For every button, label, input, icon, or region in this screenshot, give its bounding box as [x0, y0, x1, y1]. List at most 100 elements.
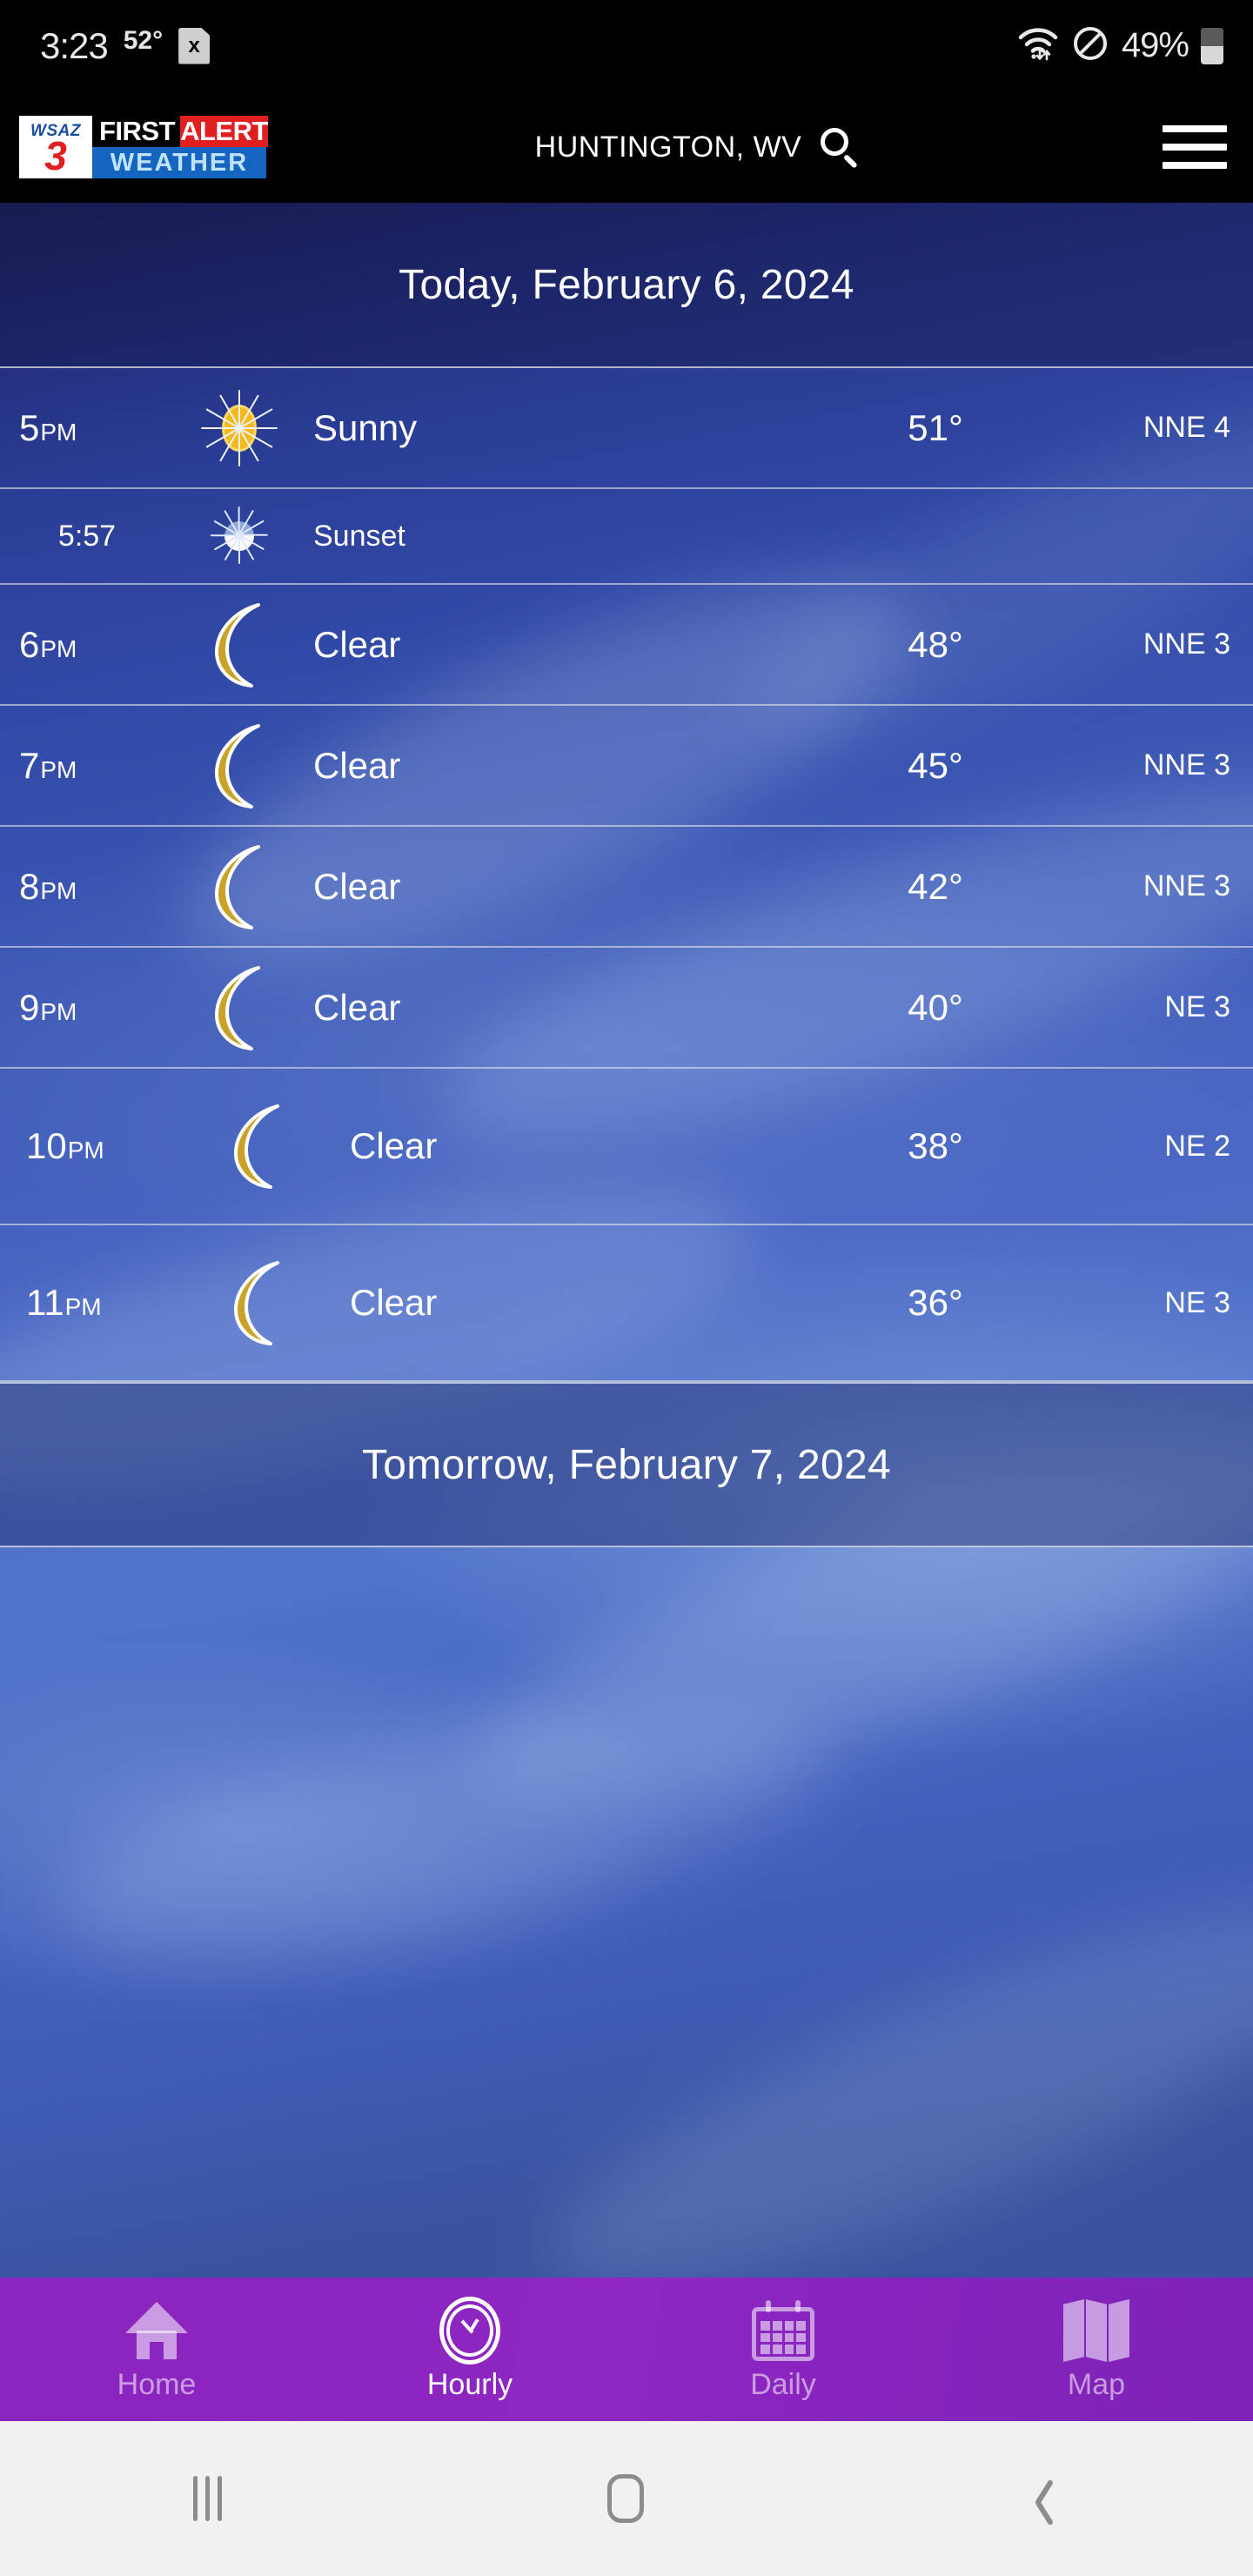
wind-value: NE 3	[1164, 1285, 1230, 1319]
section-header-tomorrow: Tomorrow, February 7, 2024	[0, 1382, 1253, 1547]
android-navigation-bar	[0, 2421, 1253, 2576]
condition-icon-cell	[174, 387, 305, 469]
moon-icon	[198, 963, 281, 1053]
hourly-row[interactable]: 8 PM Clear 42° NNE 3	[0, 827, 1253, 948]
recents-icon[interactable]	[192, 2476, 222, 2521]
forecast-rows: Today, February 6, 2024 5 PM Sunny 51° N…	[0, 203, 1253, 1547]
sunset-row: 5:57 Sunset	[0, 489, 1253, 585]
condition-label: Clear	[313, 744, 401, 786]
map-icon	[1063, 2297, 1129, 2365]
moon-icon	[198, 842, 281, 932]
temperature-value: 48°	[908, 623, 963, 665]
hour-time: 5 PM	[0, 407, 174, 449]
wind-value: NNE 4	[1142, 411, 1230, 444]
hourly-row[interactable]: 7 PM Clear 45° NNE 3	[0, 706, 1253, 827]
status-bar-temperature: 52°	[123, 25, 164, 55]
condition-icon-cell	[174, 842, 305, 932]
condition-label: Clear	[350, 1282, 438, 1323]
section-header-label: Tomorrow, February 7, 2024	[361, 1441, 892, 1488]
wind-value: NNE 3	[1142, 748, 1230, 782]
hour-time: 7 PM	[0, 745, 174, 787]
hour-value: 7	[19, 744, 40, 786]
sunset-time: 5:57	[57, 519, 117, 553]
hourly-row[interactable]: 10 PM Clear 38° NE 2	[0, 1069, 1253, 1225]
status-bar-clock: 3:23	[40, 24, 109, 66]
tab-map-label: Map	[1067, 2368, 1126, 2401]
search-icon[interactable]	[821, 128, 859, 169]
hour-value: 10	[26, 1125, 67, 1166]
tab-home-label: Home	[117, 2368, 197, 2401]
hourly-row[interactable]: 11 PM Clear 36° NE 3	[0, 1225, 1253, 1382]
home-icon	[125, 2297, 188, 2365]
temperature-value: 40°	[908, 986, 963, 1028]
hour-ampm: PM	[64, 1293, 102, 1320]
sun-icon	[198, 387, 280, 469]
hourly-forecast-scroll[interactable]: Today, February 6, 2024 5 PM Sunny 51° N…	[0, 203, 1253, 2277]
section-header-today: Today, February 6, 2024	[0, 203, 1253, 368]
sd-card-error-glyph: x	[188, 33, 200, 57]
wifi-icon	[1017, 26, 1059, 65]
wind-value: NNE 3	[1142, 627, 1230, 661]
battery-percentage: 49%	[1121, 26, 1189, 64]
tab-daily-label: Daily	[750, 2368, 816, 2401]
moon-icon	[198, 721, 281, 811]
hamburger-menu-icon[interactable]	[1163, 125, 1227, 169]
condition-label: Clear	[313, 865, 401, 907]
status-bar-right: 49%	[1017, 24, 1223, 67]
temperature-value: 36°	[908, 1282, 963, 1323]
hour-ampm: PM	[40, 755, 77, 783]
condition-label: Sunny	[313, 406, 418, 448]
hourly-row[interactable]: 5 PM Sunny 51° NNE 4	[0, 368, 1253, 489]
temperature-value: 42°	[908, 865, 963, 907]
hour-ampm: PM	[67, 1137, 104, 1164]
moon-icon	[217, 1258, 300, 1348]
back-icon[interactable]	[1029, 2476, 1061, 2526]
condition-label: Clear	[350, 1125, 438, 1166]
wind-value: NE 2	[1164, 1129, 1230, 1163]
wind-value: NE 3	[1164, 990, 1230, 1023]
condition-icon-cell	[174, 721, 305, 811]
condition-label: Clear	[313, 986, 401, 1028]
tab-daily[interactable]: Daily	[626, 2277, 940, 2421]
hour-value: 9	[19, 986, 40, 1028]
app-header: WSAZ 3 FIRST ALERT WEATHER HUNTINGTON, W…	[0, 91, 1253, 203]
temperature-value: 51°	[908, 406, 963, 448]
station-channel-number: 3	[44, 132, 67, 178]
battery-icon	[1201, 27, 1223, 64]
hour-ampm: PM	[40, 876, 77, 904]
wind-value: NNE 3	[1142, 869, 1230, 902]
condition-icon-cell	[174, 600, 305, 690]
hour-value: 5	[19, 406, 40, 448]
hour-ampm: PM	[40, 997, 77, 1025]
tab-hourly[interactable]: Hourly	[313, 2277, 626, 2421]
temperature-value: 45°	[908, 744, 963, 786]
hour-value: 6	[19, 623, 40, 665]
hour-time: 8 PM	[0, 866, 174, 908]
calendar-icon	[752, 2297, 814, 2365]
hour-time: 9 PM	[0, 987, 174, 1029]
bottom-tab-bar: Home Hourly Daily Map	[0, 2277, 1253, 2421]
hourly-row[interactable]: 9 PM Clear 40° NE 3	[0, 948, 1253, 1069]
tab-map[interactable]: Map	[940, 2277, 1253, 2421]
status-bar-left: 3:23 52° x	[40, 24, 211, 67]
hour-time: 11 PM	[0, 1282, 174, 1324]
condition-label: Clear	[313, 623, 401, 665]
current-location-label[interactable]: HUNTINGTON, WV	[535, 131, 802, 164]
station-logo-box: WSAZ 3	[19, 116, 92, 178]
hour-ampm: PM	[40, 634, 77, 662]
condition-icon-cell	[174, 963, 305, 1053]
moon-icon	[217, 1101, 300, 1191]
location-search-area[interactable]: HUNTINGTON, WV	[231, 128, 1163, 169]
tab-home[interactable]: Home	[0, 2277, 313, 2421]
hour-value: 11	[26, 1282, 64, 1323]
temperature-value: 38°	[908, 1125, 963, 1166]
sunset-icon	[209, 506, 270, 567]
tab-hourly-label: Hourly	[426, 2368, 513, 2401]
logo-first-text: FIRST	[92, 116, 181, 147]
do-not-disturb-icon	[1071, 24, 1109, 67]
condition-icon-cell	[193, 1258, 324, 1348]
home-button-icon[interactable]	[606, 2474, 644, 2523]
hour-time: 6 PM	[0, 624, 174, 666]
hourly-row[interactable]: 6 PM Clear 48° NNE 3	[0, 585, 1253, 706]
system-status-bar: 3:23 52° x 49%	[0, 0, 1253, 91]
